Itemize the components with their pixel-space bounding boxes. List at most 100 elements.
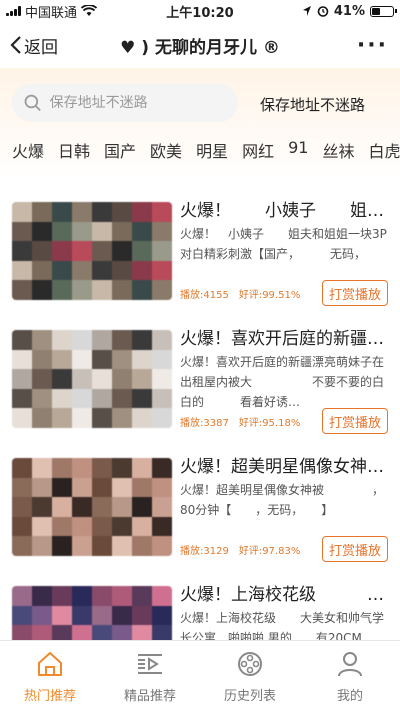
mosaic-cell [32,605,52,626]
mosaic-cell [12,408,32,428]
mosaic-cell [152,221,172,242]
list-item[interactable]: 火爆！超美明星偶像女神… 火爆！超美明星偶像女神被 ， 80分钟【 ，无码， 】… [0,446,400,574]
mosaic-cell [12,202,32,222]
tip-play-button[interactable]: 打赏播放 [321,408,388,434]
mosaic-cell [52,536,72,556]
mosaic-cell [112,536,132,556]
mosaic-cell [132,388,152,409]
mosaic-cell [112,477,132,498]
mosaic-cell [72,349,92,370]
mosaic-cell [152,330,172,350]
mosaic-cell [152,586,172,606]
mosaic-cell [52,586,72,606]
mosaic-cell [52,221,72,242]
mosaic-cell [72,202,92,222]
mosaic-cell [92,221,112,242]
tip-play-button[interactable]: 打赏播放 [321,280,388,306]
search-bar[interactable] [12,84,238,122]
tab-featured[interactable]: 精品推荐 [100,641,200,711]
back-button[interactable]: 返回 [10,33,58,58]
category-tab[interactable]: 网红 [242,138,274,168]
battery-icon [370,5,397,17]
mosaic-cell [52,330,72,350]
play-count: 播放:3387 [180,418,229,429]
mosaic-cell [112,497,132,517]
mosaic-cell [52,408,72,428]
mosaic-cell [52,280,72,300]
mosaic-cell [52,241,72,261]
mosaic-cell [72,536,92,556]
search-input[interactable] [49,95,226,111]
category-tab[interactable]: 白虎 [368,138,400,168]
mosaic-cell [132,516,152,537]
mosaic-cell [92,516,112,537]
mosaic-cell [112,369,132,389]
tab-label: 历史列表 [223,689,276,704]
category-tab[interactable]: 91 [288,138,308,168]
mosaic-cell [72,369,92,389]
mosaic-cell [72,260,92,281]
mosaic-cell [132,458,152,478]
mosaic-cell [112,260,132,281]
video-title: 火爆！ 小姨子 姐… [180,201,384,221]
mosaic-cell [32,497,52,517]
mosaic-cell [72,497,92,517]
battery-fill [372,7,381,15]
mosaic-cell [52,349,72,370]
tip-play-button[interactable]: 打赏播放 [321,536,388,562]
mosaic-cell [12,536,32,556]
save-address-tip: 保存地址不迷路 [260,96,366,114]
mosaic-cell [32,202,52,222]
tab-history[interactable]: 历史列表 [200,641,300,711]
video-thumbnail[interactable] [12,202,172,300]
category-tab[interactable]: 明星 [196,138,228,168]
list-item[interactable]: 火爆！ 小姨子 姐… 火爆！ 小姨子 姐夫和姐姐一块3P对白精彩刺激【国产， 无… [0,190,400,318]
video-thumbnail[interactable] [12,458,172,556]
mosaic-cell [112,349,132,370]
back-label: 返回 [24,37,58,58]
mosaic-cell [12,477,32,498]
mosaic-cell [52,369,72,389]
mosaic-cell [52,260,72,281]
mosaic-cell [32,458,52,478]
mosaic-cell [92,477,112,498]
tab-label: 我的 [336,689,363,704]
mosaic-cell [92,349,112,370]
mosaic-cell [112,388,132,409]
more-button[interactable]: ··· [357,33,388,58]
video-thumbnail[interactable] [12,330,172,428]
mosaic-cell [72,458,92,478]
video-description: 火爆！超美明星偶像女神被 ， 80分钟【 ，无码， 】 [180,483,392,517]
category-tab[interactable]: 欧美 [150,138,182,168]
mosaic-cell [32,330,52,350]
mosaic-cell [52,388,72,409]
mosaic-cell [32,516,52,537]
nav-bar: 返回 ♥ ) 无聊的月牙儿 ® ··· [0,22,400,68]
category-tab[interactable]: 丝袜 [322,138,354,168]
mosaic-cell [132,260,152,281]
mosaic-cell [112,516,132,537]
tab-hot[interactable]: 热门推荐 [0,641,100,711]
category-tab[interactable]: 日韩 [58,138,90,168]
mosaic-cell [32,349,52,370]
category-tab[interactable]: 国产 [104,138,136,168]
mosaic-cell [12,260,32,281]
mosaic-cell [12,605,32,626]
mosaic-cell [92,536,112,556]
mosaic-cell [12,586,32,606]
mosaic-cell [32,536,52,556]
mosaic-cell [12,458,32,478]
mosaic-cell [132,349,152,370]
mosaic-cell [152,202,172,222]
play-count: 播放:3129 [180,546,229,557]
category-tab[interactable]: 火爆 [12,138,44,168]
list-item[interactable]: 火爆！喜欢开后庭的新疆… 火爆！喜欢开后庭的新疆漂亮萌妹子在出租屋内被大 不要不… [0,318,400,446]
mosaic-cell [12,349,32,370]
mosaic-cell [92,202,112,222]
mosaic-cell [52,605,72,626]
mosaic-cell [112,458,132,478]
rating: 好评:97.83% [238,546,301,557]
mosaic-cell [152,477,172,498]
tab-profile[interactable]: 我的 [300,641,400,711]
mosaic-cell [52,497,72,517]
